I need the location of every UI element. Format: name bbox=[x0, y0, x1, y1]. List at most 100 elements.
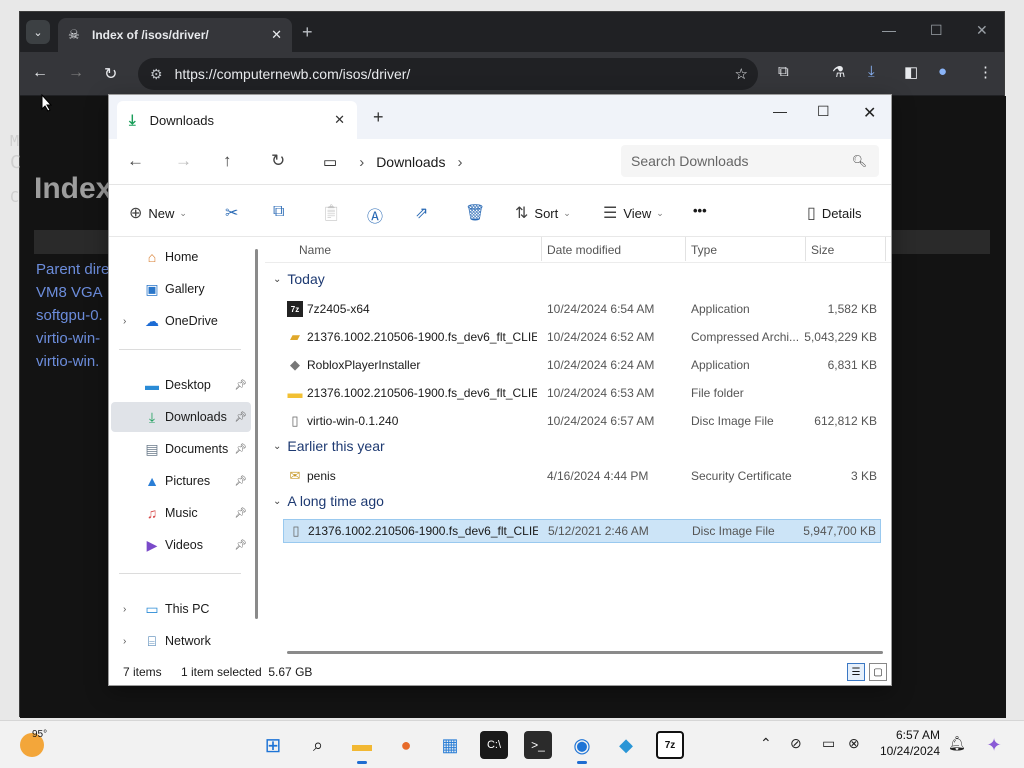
minimize-icon[interactable]: — bbox=[882, 22, 896, 38]
file-row[interactable]: ◆ RobloxPlayerInstaller 10/24/2024 6:24 … bbox=[283, 353, 881, 377]
forward-icon[interactable]: → bbox=[175, 151, 192, 171]
address-bar[interactable]: ⚙ https://computernewb.com/isos/driver/ … bbox=[138, 58, 758, 90]
forward-icon[interactable]: → bbox=[68, 64, 84, 82]
pin-icon[interactable]: 📌︎ bbox=[234, 380, 247, 391]
pin-icon[interactable]: 📌︎ bbox=[234, 412, 247, 423]
refresh-icon[interactable]: ↻ bbox=[271, 151, 285, 171]
up-icon[interactable]: ↑ bbox=[223, 151, 232, 171]
column-size[interactable]: Size bbox=[811, 243, 834, 257]
minimize-icon[interactable]: — bbox=[773, 103, 787, 119]
breadcrumb-item[interactable]: Downloads bbox=[376, 154, 445, 170]
sidebar-scrollbar[interactable] bbox=[255, 249, 258, 619]
column-divider[interactable] bbox=[541, 237, 542, 261]
tab-search-button[interactable]: ⌄ bbox=[26, 20, 50, 44]
paste-button[interactable]: 📋︎ bbox=[321, 203, 347, 223]
new-tab-button[interactable]: + bbox=[373, 107, 384, 128]
network-status-icon[interactable]: ⊘ bbox=[790, 735, 802, 752]
sidebar-item-home[interactable]: ⌂ Home bbox=[111, 242, 251, 272]
chevron-right-icon[interactable]: › bbox=[457, 154, 462, 171]
file-row[interactable]: ✉ penis 4/16/2024 4:44 PM Security Certi… bbox=[283, 464, 881, 488]
close-tab-icon[interactable]: ✕ bbox=[271, 27, 282, 43]
column-name[interactable]: Name bbox=[299, 243, 331, 257]
share-button[interactable]: ⇗ bbox=[415, 203, 434, 223]
sidebar-item-gallery[interactable]: ▣ Gallery bbox=[111, 274, 251, 304]
new-tab-button[interactable]: + bbox=[302, 22, 313, 43]
new-button[interactable]: ⊕ New ⌄ bbox=[129, 203, 187, 223]
chrome-menu-icon[interactable]: ⋮ bbox=[978, 63, 993, 81]
side-panel-icon[interactable]: ◧ bbox=[904, 63, 918, 81]
firefox-app-icon[interactable]: ● bbox=[392, 731, 420, 759]
bookmark-star-icon[interactable]: ☆ bbox=[735, 65, 748, 83]
roblox-app-icon[interactable]: ◆ bbox=[612, 731, 640, 759]
sidebar-item-documents[interactable]: ▤ Documents 📌︎ bbox=[111, 434, 251, 464]
group-header-today[interactable]: ⌄ Today bbox=[273, 271, 325, 287]
file-row[interactable]: 7z 7z2405-x64 10/24/2024 6:54 AM Applica… bbox=[283, 297, 881, 321]
close-tab-icon[interactable]: ✕ bbox=[334, 112, 345, 128]
directory-link[interactable]: virtio-win. bbox=[36, 350, 109, 373]
tiles-view-button[interactable]: ▢ bbox=[869, 663, 887, 681]
horizontal-scrollbar[interactable] bbox=[287, 651, 883, 654]
pin-icon[interactable]: 📌︎ bbox=[234, 476, 247, 487]
mute-icon[interactable]: ⊗ bbox=[848, 735, 860, 752]
sidebar-item-network[interactable]: › ⌸ Network bbox=[111, 626, 251, 656]
chevron-right-icon[interactable]: › bbox=[123, 636, 126, 647]
start-button[interactable]: ⊞ bbox=[259, 731, 287, 759]
file-explorer-app-icon[interactable]: ▬ bbox=[348, 731, 376, 764]
view-button[interactable]: ☰ View ⌄ bbox=[603, 203, 664, 223]
explorer-tab[interactable]: ⤓ Downloads ✕ bbox=[117, 101, 357, 139]
pin-icon[interactable]: 📌︎ bbox=[234, 444, 247, 455]
extensions-icon[interactable]: ⧉ bbox=[778, 63, 789, 80]
column-divider[interactable] bbox=[885, 237, 886, 261]
sidebar-item-this-pc[interactable]: › ▭ This PC bbox=[111, 594, 251, 624]
copy-button[interactable]: ⧉ bbox=[273, 203, 290, 221]
close-window-icon[interactable]: ✕ bbox=[976, 22, 988, 39]
site-info-icon[interactable]: ⚙ bbox=[150, 66, 163, 83]
details-button[interactable]: ▯ Details bbox=[807, 203, 862, 223]
profile-avatar-icon[interactable]: ● bbox=[938, 63, 947, 80]
details-view-button[interactable]: ☰ bbox=[847, 663, 865, 681]
see-more-button[interactable]: ••• bbox=[693, 203, 707, 218]
back-icon[interactable]: ← bbox=[127, 151, 144, 171]
copilot-app-icon[interactable]: ✦ bbox=[980, 731, 1008, 759]
breadcrumb[interactable]: ▭ › Downloads › bbox=[313, 146, 603, 178]
reload-icon[interactable]: ↻ bbox=[104, 64, 117, 84]
chevron-right-icon[interactable]: › bbox=[123, 604, 126, 615]
search-input[interactable]: Search Downloads 🔍︎ bbox=[621, 145, 879, 177]
search-icon[interactable]: ⌕ bbox=[304, 731, 332, 759]
directory-link[interactable]: softgpu-0. bbox=[36, 304, 109, 327]
display-icon[interactable]: ▭ bbox=[822, 735, 835, 752]
delete-button[interactable]: 🗑︎ bbox=[465, 203, 491, 223]
notification-bell-icon[interactable]: 🔔︎ bbox=[948, 735, 966, 752]
pin-icon[interactable]: 📌︎ bbox=[234, 540, 247, 551]
column-divider[interactable] bbox=[685, 237, 686, 261]
sidebar-item-music[interactable]: ♫ Music 📌︎ bbox=[111, 498, 251, 528]
system-clock[interactable]: 6:57 AM 10/24/2024 bbox=[880, 727, 940, 759]
cut-button[interactable]: ✂ bbox=[225, 203, 244, 223]
file-row[interactable]: ▬ 21376.1002.210506-1900.fs_dev6_flt_CLI… bbox=[283, 381, 881, 405]
directory-link[interactable]: virtio-win- bbox=[36, 327, 109, 350]
sidebar-item-desktop[interactable]: ▬ Desktop 📌︎ bbox=[111, 370, 251, 400]
browser-tab[interactable]: ☠ Index of /isos/driver/ ✕ bbox=[58, 18, 292, 52]
show-hidden-icons-icon[interactable]: ⌃ bbox=[760, 735, 772, 752]
back-icon[interactable]: ← bbox=[32, 64, 48, 82]
task-manager-app-icon[interactable]: ▦ bbox=[436, 731, 464, 759]
labs-icon[interactable]: ⚗ bbox=[832, 63, 845, 81]
sidebar-item-pictures[interactable]: ▲ Pictures 📌︎ bbox=[111, 466, 251, 496]
chrome-app-icon[interactable]: ◉ bbox=[568, 731, 596, 764]
7zip-app-icon[interactable]: 7z bbox=[656, 731, 684, 759]
group-header-earlier-this-year[interactable]: ⌄ Earlier this year bbox=[273, 438, 385, 454]
terminal-app-icon[interactable]: >_ bbox=[524, 731, 552, 759]
column-date-modified[interactable]: Date modified bbox=[547, 243, 621, 257]
file-row[interactable]: ▰ 21376.1002.210506-1900.fs_dev6_flt_CLI… bbox=[283, 325, 881, 349]
maximize-icon[interactable]: ☐ bbox=[817, 103, 830, 120]
directory-link[interactable]: Parent dire bbox=[36, 258, 109, 281]
column-type[interactable]: Type bbox=[691, 243, 717, 257]
sidebar-item-downloads[interactable]: ⤓ Downloads 📌︎ bbox=[111, 402, 251, 432]
maximize-icon[interactable]: ☐ bbox=[930, 22, 943, 39]
sidebar-item-videos[interactable]: ▶ Videos 📌︎ bbox=[111, 530, 251, 560]
sort-button[interactable]: ⇅ Sort ⌄ bbox=[515, 203, 571, 223]
group-header-a-long-time-ago[interactable]: ⌄ A long time ago bbox=[273, 493, 384, 509]
close-window-icon[interactable]: ✕ bbox=[863, 103, 876, 123]
chevron-right-icon[interactable]: › bbox=[123, 316, 126, 327]
pin-icon[interactable]: 📌︎ bbox=[234, 508, 247, 519]
